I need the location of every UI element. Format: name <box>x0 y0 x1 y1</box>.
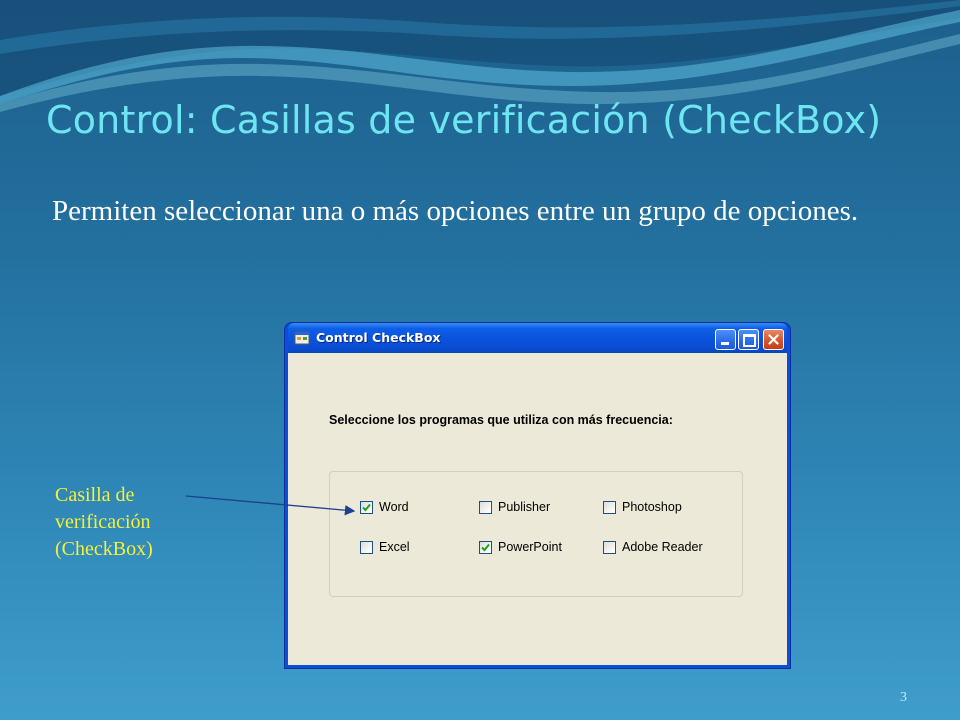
checkbox-box[interactable] <box>360 500 373 514</box>
checkbox-label: Word <box>379 500 409 514</box>
maximize-button[interactable] <box>738 329 759 350</box>
page-number: 3 <box>900 690 907 705</box>
minimize-button[interactable] <box>715 329 736 350</box>
checkbox-label: Publisher <box>498 500 551 514</box>
window-titlebar[interactable]: Control CheckBox <box>288 323 787 353</box>
slide-title: Control: Casillas de verificación (Check… <box>46 98 882 142</box>
close-button[interactable] <box>763 329 784 350</box>
checkbox-label: Photoshop <box>622 500 682 514</box>
checkbox-box[interactable] <box>603 540 616 554</box>
checkbox-excel[interactable]: Excel <box>360 540 410 554</box>
checkbox-powerpoint[interactable]: PowerPoint <box>479 540 562 554</box>
prompt-label: Seleccione los programas que utiliza con… <box>329 413 673 427</box>
checkbox-publisher[interactable]: Publisher <box>479 500 550 514</box>
maximize-icon <box>743 334 756 347</box>
checkbox-box[interactable] <box>603 500 616 514</box>
checkbox-adobe-reader[interactable]: Adobe Reader <box>603 540 703 554</box>
checkbox-label: Adobe Reader <box>622 540 703 554</box>
close-icon <box>768 334 779 345</box>
checkbox-label: Excel <box>379 540 410 554</box>
app-window-icon <box>294 331 310 345</box>
checkbox-box[interactable] <box>479 500 492 514</box>
slide: Control: Casillas de verificación (Check… <box>0 0 960 720</box>
slide-body-text: Permiten seleccionar una o más opciones … <box>52 195 859 227</box>
checkmark-icon <box>362 503 371 511</box>
checkbox-window: Control CheckBox Seleccione los programa… <box>285 323 790 668</box>
checkbox-word[interactable]: Word <box>360 500 409 514</box>
checkbox-groupbox: Word Publisher Photoshop Excel PowerPoin… <box>329 471 743 597</box>
checkbox-callout-label: Casilla de verificación (CheckBox) <box>55 484 153 560</box>
minimize-icon <box>721 342 729 345</box>
checkbox-photoshop[interactable]: Photoshop <box>603 500 682 514</box>
checkbox-box[interactable] <box>360 540 373 554</box>
window-client-area: Seleccione los programas que utiliza con… <box>288 353 787 665</box>
window-title: Control CheckBox <box>316 330 441 345</box>
checkmark-icon <box>481 543 490 551</box>
checkbox-box[interactable] <box>479 540 492 554</box>
checkbox-label: PowerPoint <box>498 540 562 554</box>
